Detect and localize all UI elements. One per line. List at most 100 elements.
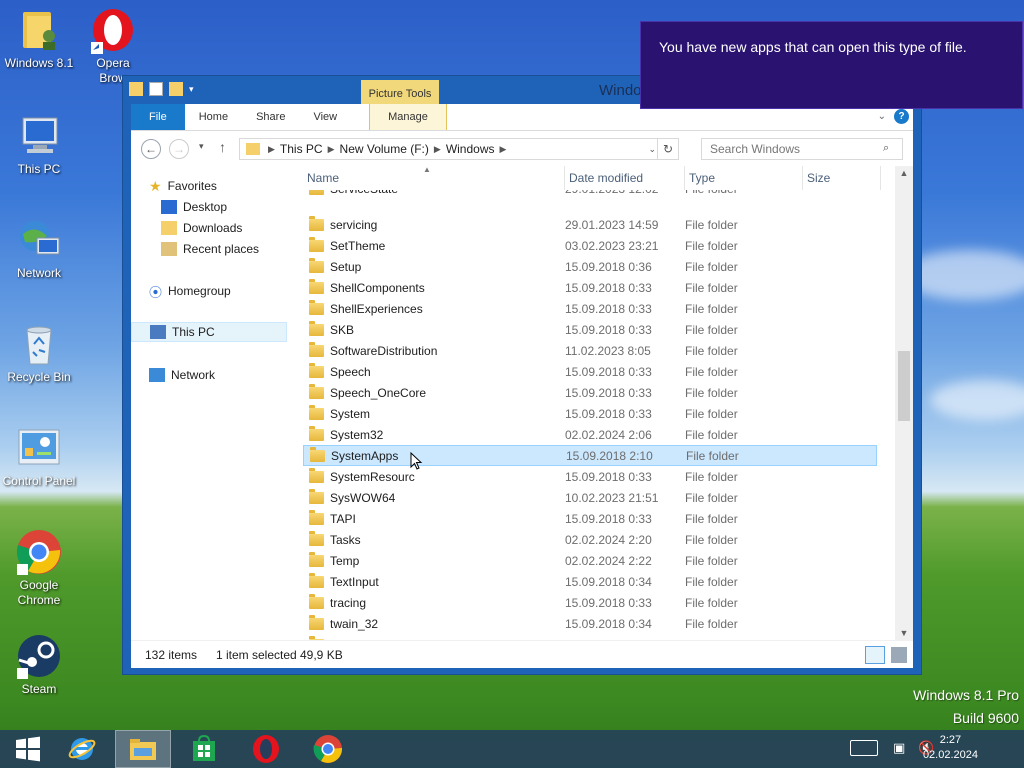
forward-button[interactable]: →: [169, 139, 189, 159]
folder-icon: [310, 446, 325, 462]
nav-thispc[interactable]: This PC: [131, 322, 287, 342]
table-row[interactable]: Speech_OneCore 15.09.2018 0:33 File folder: [303, 382, 895, 403]
desktop-icon-network[interactable]: Network: [0, 216, 78, 281]
desktop-icon-chrome[interactable]: Google Chrome: [0, 528, 78, 608]
chrome-icon: [313, 735, 343, 763]
column-size[interactable]: Size: [803, 166, 881, 190]
scroll-down-icon[interactable]: ▼: [895, 628, 913, 638]
address-bar[interactable]: ▶ This PC ▶ New Volume (F:) ▶ Windows ▶ …: [239, 138, 679, 160]
table-row[interactable]: Temp 02.02.2024 2:22 File folder: [303, 550, 895, 571]
search-input[interactable]: Search Windows: [701, 138, 903, 160]
table-row[interactable]: twain_32 15.09.2018 0:34 File folder: [303, 613, 895, 634]
table-row[interactable]: ShellExperiences 15.09.2018 0:33 File fold…: [303, 298, 895, 319]
table-row[interactable]: Setup 15.09.2018 0:36 File folder: [303, 256, 895, 277]
column-date[interactable]: Date modified: [565, 166, 685, 190]
folder-icon: [309, 362, 324, 378]
desktop-icon-opera[interactable]: Opera Brow: [78, 6, 148, 86]
search-icon[interactable]: ⌕: [883, 142, 889, 155]
nav-recent[interactable]: Recent places: [161, 239, 259, 259]
up-button[interactable]: ↑: [219, 139, 226, 155]
nav-desktop[interactable]: Desktop: [161, 197, 227, 217]
breadcrumb-separator-icon[interactable]: ▶: [328, 144, 335, 155]
back-button[interactable]: ←: [141, 139, 161, 159]
vertical-scrollbar[interactable]: ▲ ▼: [895, 166, 913, 640]
desktop-icon: [161, 200, 177, 214]
taskbar-ie[interactable]: [54, 730, 110, 768]
breadcrumb-windows[interactable]: Windows: [441, 142, 500, 156]
column-type[interactable]: Type: [685, 166, 803, 190]
recent-locations-chevron-icon[interactable]: ▾: [199, 141, 204, 152]
customize-chevron-icon[interactable]: ▾: [189, 84, 194, 95]
table-row[interactable]: tracing 15.09.2018 0:33 File folder: [303, 592, 895, 613]
breadcrumb-thispc[interactable]: This PC: [275, 142, 328, 156]
breadcrumb-volume[interactable]: New Volume (F:): [335, 142, 434, 156]
desktop-icon-thispc[interactable]: This PC: [0, 112, 78, 177]
tab-file[interactable]: File: [131, 104, 185, 130]
table-row[interactable]: TAPI 15.09.2018 0:33 File folder: [303, 508, 895, 529]
desktop-icon-controlpanel[interactable]: Control Panel: [0, 424, 78, 489]
file-list[interactable]: Name ▲ Date modified Type Size ServiceSt…: [303, 166, 895, 640]
address-dropdown-icon[interactable]: ⌄: [648, 144, 656, 155]
tab-home[interactable]: Home: [185, 104, 242, 130]
breadcrumb-separator-icon[interactable]: ▶: [434, 144, 441, 155]
breadcrumb-separator-icon[interactable]: ▶: [268, 144, 275, 155]
file-type: File folder: [685, 217, 738, 232]
nav-favorites[interactable]: ★ Favorites: [149, 176, 217, 196]
taskbar-clock[interactable]: 2:27 02.02.2024: [923, 733, 978, 763]
nav-downloads[interactable]: Downloads: [161, 218, 242, 238]
desktop-icon-windows81[interactable]: Windows 8.1: [0, 6, 78, 71]
taskbar-store[interactable]: [176, 730, 232, 768]
file-date: 02.02.2024 2:06: [565, 427, 652, 442]
new-folder-icon[interactable]: [169, 82, 183, 96]
tab-view[interactable]: View: [299, 104, 351, 130]
help-icon[interactable]: ?: [894, 109, 909, 124]
large-icons-view-icon[interactable]: [891, 647, 907, 663]
table-row[interactable]: SystemResourc 15.09.2018 0:33 File folder: [303, 466, 895, 487]
keyboard-icon[interactable]: [850, 740, 878, 756]
expand-ribbon-icon[interactable]: ⌄: [878, 111, 886, 122]
refresh-icon[interactable]: ↻: [657, 138, 679, 160]
explorer-window[interactable]: ▾ Picture Tools Windo File Home Share Vi…: [122, 75, 922, 675]
table-row[interactable]: TextInput 15.09.2018 0:34 File folder: [303, 571, 895, 592]
desktop-icon-steam[interactable]: Steam: [0, 632, 78, 697]
tab-manage[interactable]: Manage: [369, 104, 447, 130]
scroll-thumb[interactable]: [898, 351, 910, 421]
taskbar-explorer[interactable]: [115, 730, 171, 768]
file-date: 15.09.2018 0:33: [565, 511, 652, 526]
scroll-up-icon[interactable]: ▲: [895, 168, 913, 178]
table-row[interactable]: SoftwareDistribution 11.02.2023 8:05 File …: [303, 340, 895, 361]
details-view-icon[interactable]: [865, 646, 885, 664]
notification-toast[interactable]: You have new apps that can open this typ…: [640, 21, 1023, 109]
taskbar-chrome[interactable]: [300, 730, 356, 768]
table-row[interactable]: Tasks 02.02.2024 2:20 File folder: [303, 529, 895, 550]
cloud: [930, 380, 1024, 420]
table-row[interactable]: Speech 15.09.2018 0:33 File folder: [303, 361, 895, 382]
nav-homegroup[interactable]: ⦿ Homegroup: [149, 281, 231, 301]
table-row[interactable]: SKB 15.09.2018 0:33 File folder: [303, 319, 895, 340]
tab-share[interactable]: Share: [242, 104, 299, 130]
file-name-label: SysWOW64: [330, 490, 396, 505]
table-row[interactable]: SetTheme 03.02.2023 23:21 File folder: [303, 235, 895, 256]
table-row[interactable]: System 15.09.2018 0:33 File folder: [303, 403, 895, 424]
file-name: ServiceState: [303, 190, 565, 196]
network-icon: [15, 216, 63, 264]
file-type: File folder: [685, 259, 738, 274]
nav-network[interactable]: Network: [149, 365, 215, 385]
properties-icon[interactable]: [149, 82, 163, 96]
file-name: TextInput: [303, 572, 565, 589]
folder-icon[interactable]: [129, 82, 143, 96]
breadcrumb-separator-icon[interactable]: ▶: [500, 144, 507, 155]
network-tray-icon[interactable]: ▣: [893, 740, 905, 756]
table-row[interactable]: SysWOW64 10.02.2023 21:51 File folder: [303, 487, 895, 508]
table-row[interactable]: ShellComponents 15.09.2018 0:33 File folde…: [303, 277, 895, 298]
column-name[interactable]: Name ▲: [303, 166, 565, 190]
start-button[interactable]: [0, 730, 56, 768]
table-row[interactable]: SystemApps 15.09.2018 2:10 File folder: [303, 445, 877, 466]
table-row[interactable]: System32 02.02.2024 2:06 File folder: [303, 424, 895, 445]
file-name: servicing: [303, 215, 565, 232]
table-row[interactable]: ServiceState 29.01.2023 12:02File folder: [303, 190, 895, 196]
taskbar-opera[interactable]: [238, 730, 294, 768]
table-row[interactable]: servicing 29.01.2023 14:59 File folder: [303, 214, 895, 235]
item-count: 132 items: [145, 648, 198, 662]
desktop-icon-recyclebin[interactable]: Recycle Bin: [0, 320, 78, 385]
